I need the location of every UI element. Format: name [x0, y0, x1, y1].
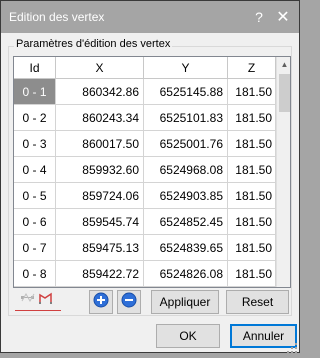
cell-x[interactable]: 859314.37 — [56, 287, 144, 288]
cell-x[interactable]: 860243.34 — [56, 105, 144, 131]
vertex-select-icon[interactable] — [19, 290, 37, 308]
help-button[interactable]: ? — [247, 6, 271, 28]
column-header-z[interactable]: Z — [228, 57, 276, 79]
table-row[interactable]: 0 - 9859314.376524767.14181.50 — [14, 287, 276, 288]
cell-x[interactable]: 859724.06 — [56, 183, 144, 209]
cell-z[interactable]: 181.50 — [228, 209, 276, 235]
cell-id[interactable]: 0 - 2 — [14, 105, 56, 131]
cell-z[interactable]: 181.50 — [228, 157, 276, 183]
cell-y[interactable]: 6524826.08 — [144, 261, 228, 287]
polyline-underline — [15, 310, 61, 311]
cell-x[interactable]: 860342.86 — [56, 79, 144, 105]
close-button[interactable]: ✕ — [271, 6, 295, 28]
table-row[interactable]: 0 - 6 859545.74 6524852.45 181.50 — [14, 209, 276, 235]
cell-y[interactable]: 6524903.85 — [144, 183, 228, 209]
cell-id[interactable]: 0 - 4 — [14, 157, 56, 183]
dialog-window: Edition des vertex ? ✕ Paramètres d'édit… — [0, 0, 300, 353]
cell-z[interactable]: 181.50 — [228, 79, 276, 105]
cell-y[interactable]: 6524767.14 — [144, 287, 228, 288]
ok-button[interactable]: OK — [156, 324, 220, 348]
cell-z[interactable]: 181.50 — [228, 287, 276, 288]
cell-y[interactable]: 6525145.88 — [144, 79, 228, 105]
cell-x[interactable]: 859422.72 — [56, 261, 144, 287]
cell-id[interactable]: 0 - 8 — [14, 261, 56, 287]
cell-y[interactable]: 6525001.76 — [144, 131, 228, 157]
cell-x[interactable]: 859545.74 — [56, 209, 144, 235]
cell-y[interactable]: 6524839.65 — [144, 235, 228, 261]
scrollbar-thumb[interactable] — [279, 74, 290, 112]
cell-id[interactable]: 0 - 7 — [14, 235, 56, 261]
table-row[interactable]: 0 - 1 860342.86 6525145.88 181.50 — [14, 79, 276, 105]
table-row[interactable]: 0 - 5 859724.06 6524903.85 181.50 — [14, 183, 276, 209]
column-header-y[interactable]: Y — [144, 57, 228, 79]
table-row[interactable]: 0 - 4 859932.60 6524968.08 181.50 — [14, 157, 276, 183]
cell-z[interactable]: 181.50 — [228, 261, 276, 287]
remove-vertex-icon — [121, 292, 137, 313]
cell-z[interactable]: 181.50 — [228, 183, 276, 209]
cell-y[interactable]: 6524852.45 — [144, 209, 228, 235]
title-bar[interactable]: Edition des vertex ? ✕ — [1, 1, 299, 33]
cell-x[interactable]: 859475.13 — [56, 235, 144, 261]
resize-grip-icon[interactable] — [287, 340, 297, 353]
polyline-edit-icon[interactable] — [37, 290, 55, 308]
table-row[interactable]: 0 - 8 859422.72 6524826.08 181.50 — [14, 261, 276, 287]
table-row[interactable]: 0 - 2 860243.34 6525101.83 181.50 — [14, 105, 276, 131]
add-vertex-button[interactable] — [89, 290, 113, 314]
table-row[interactable]: 0 - 3 860017.50 6525001.76 181.50 — [14, 131, 276, 157]
table-row[interactable]: 0 - 7 859475.13 6524839.65 181.50 — [14, 235, 276, 261]
cell-x[interactable]: 859932.60 — [56, 157, 144, 183]
cell-id[interactable]: 0 - 1 — [14, 79, 56, 105]
cell-z[interactable]: 181.50 — [228, 235, 276, 261]
vertical-scrollbar[interactable]: ▲ — [276, 57, 290, 287]
cell-id[interactable]: 0 - 3 — [14, 131, 56, 157]
cell-id[interactable]: 0 - 5 — [14, 183, 56, 209]
remove-vertex-button[interactable] — [117, 290, 141, 314]
column-header-id[interactable]: Id — [14, 57, 56, 79]
window-title: Edition des vertex — [9, 10, 105, 24]
groupbox-title: Paramètres d'édition des vertex — [14, 38, 173, 50]
column-header-x[interactable]: X — [56, 57, 144, 79]
cell-x[interactable]: 860017.50 — [56, 131, 144, 157]
reset-button[interactable]: Reset — [226, 290, 289, 314]
scroll-up-arrow-icon[interactable]: ▲ — [277, 57, 290, 72]
vertex-table[interactable]: Id X Y Z 0 - 1 860342.86 6525145.88 181.50 0… — [13, 56, 291, 288]
cell-y[interactable]: 6524968.08 — [144, 157, 228, 183]
cell-y[interactable]: 6525101.83 — [144, 105, 228, 131]
cell-z[interactable]: 181.50 — [228, 131, 276, 157]
add-vertex-icon — [93, 292, 109, 313]
cell-id[interactable]: 0 - 9 — [14, 287, 56, 288]
cell-z[interactable]: 181.50 — [228, 105, 276, 131]
apply-button[interactable]: Appliquer — [151, 290, 219, 314]
cell-id[interactable]: 0 - 6 — [14, 209, 56, 235]
